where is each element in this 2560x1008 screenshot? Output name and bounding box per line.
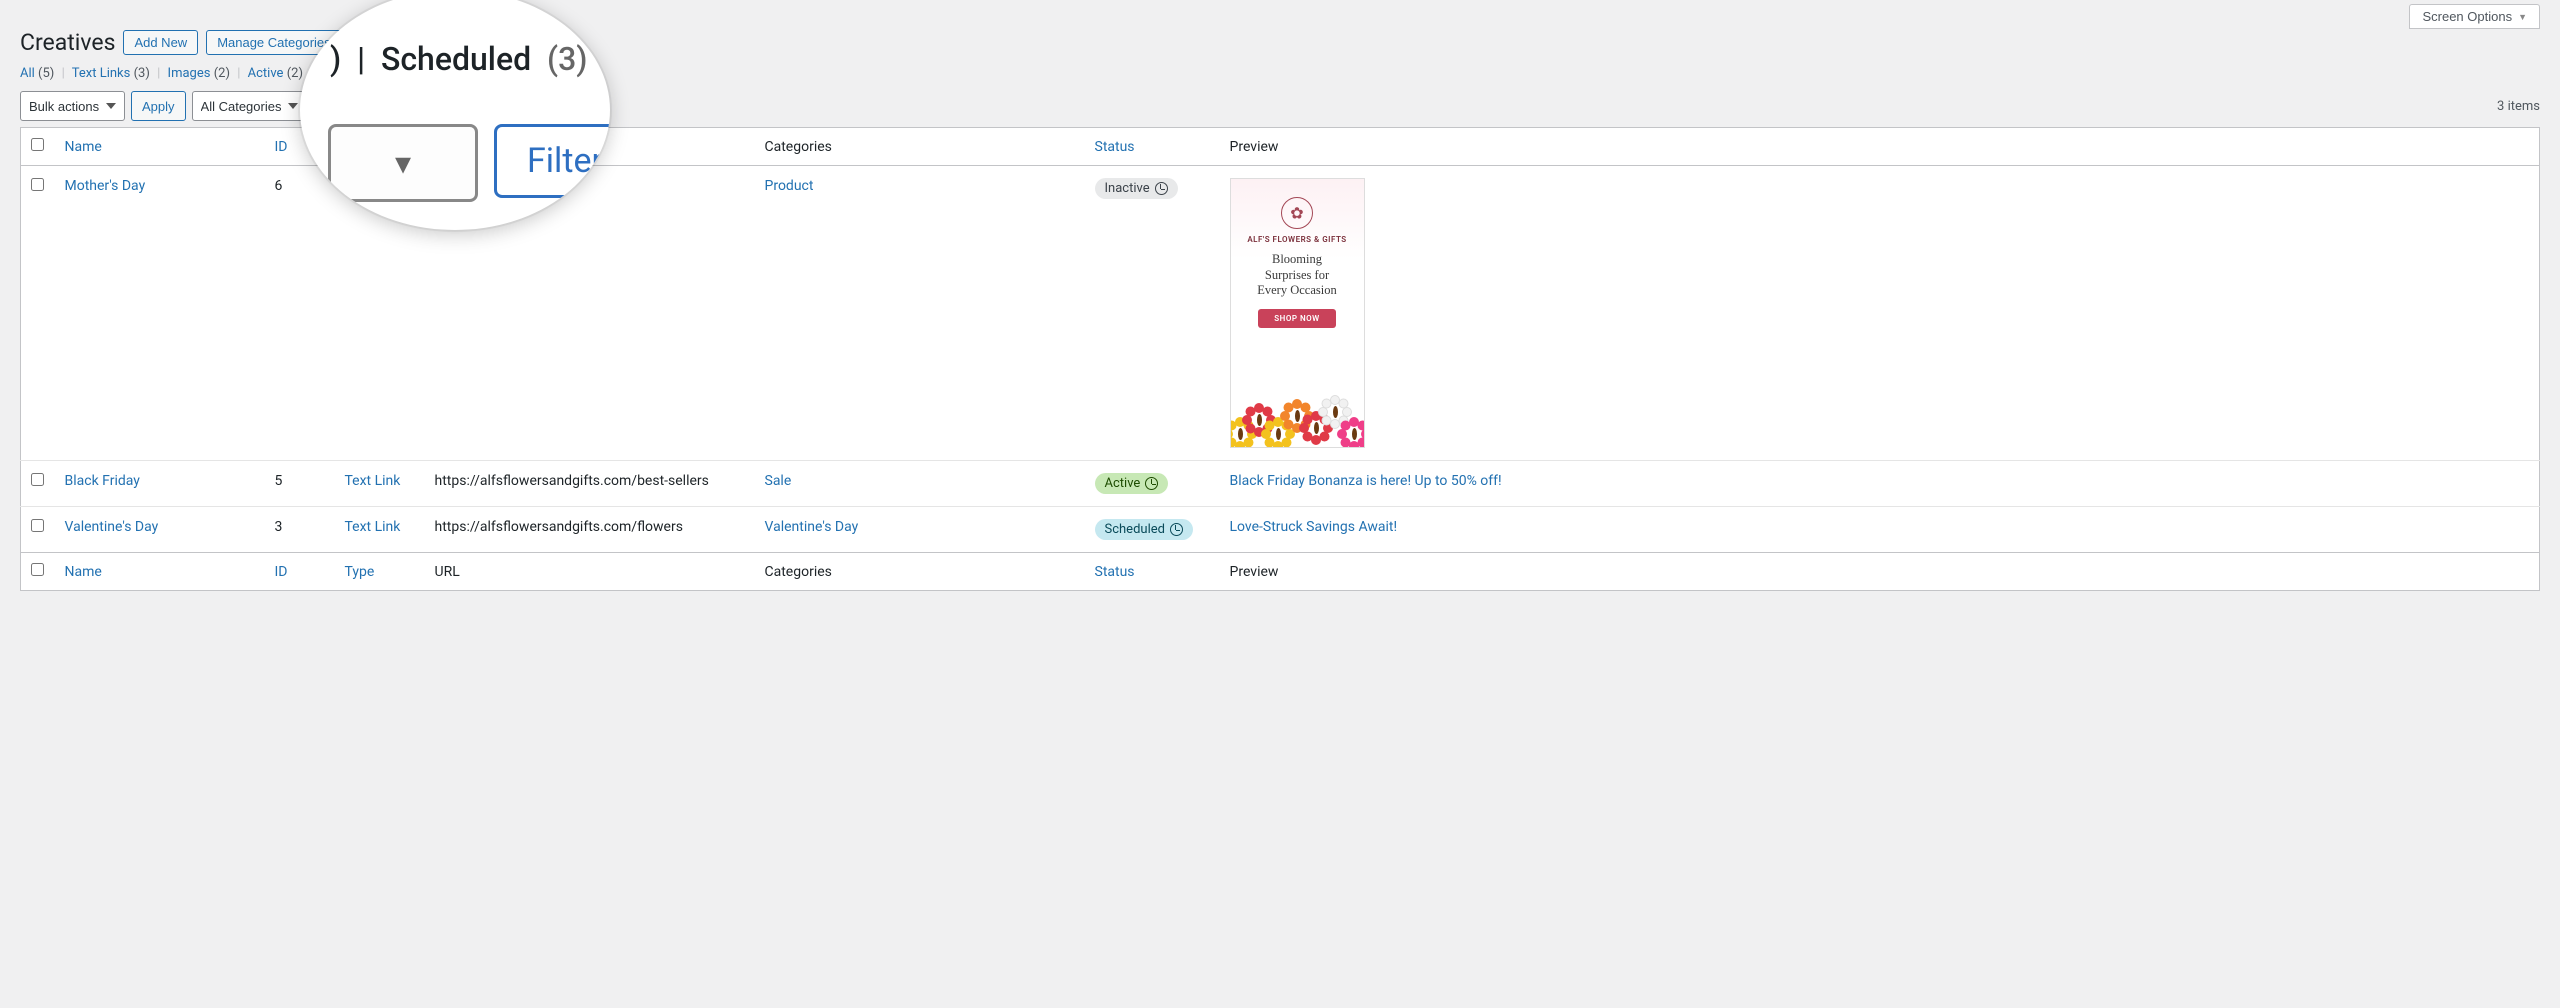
ad-logo-icon: [1281, 197, 1313, 229]
status-badge: Inactive: [1095, 178, 1178, 199]
row-category[interactable]: Valentine's Day: [765, 519, 859, 535]
row-id: 3: [265, 507, 335, 553]
ad-preview: ALF'S FLOWERS & GIFTS BloomingSurprises …: [1230, 178, 1365, 448]
filter-active-count: (2): [287, 66, 303, 81]
col-url-foot: URL: [425, 553, 755, 591]
row-url: https://alfsflowersandgifts.com/best-sel…: [425, 461, 755, 507]
col-url: URL: [425, 128, 755, 166]
col-status[interactable]: Status: [1095, 139, 1135, 155]
clock-icon: [1155, 182, 1168, 195]
status-badge: Scheduled: [1095, 519, 1193, 540]
page-title: Creatives: [20, 29, 115, 56]
filter-text-links-count: (3): [134, 66, 150, 81]
select-all-checkbox[interactable]: [31, 138, 44, 151]
categories-filter-select[interactable]: All Categories: [192, 91, 307, 121]
ad-brand: ALF'S FLOWERS & GIFTS: [1237, 235, 1358, 244]
row-checkbox[interactable]: [31, 178, 44, 191]
ad-cta-button: SHOP NOW: [1258, 309, 1335, 328]
col-status-foot[interactable]: Status: [1095, 564, 1135, 580]
table-row: Mother's Day 6 om/combos Product Inactiv…: [21, 166, 2540, 461]
col-name-foot[interactable]: Name: [65, 564, 102, 580]
row-url: https://alfsflowersandgifts.com/flowers: [425, 507, 755, 553]
row-url: om/combos: [425, 166, 755, 461]
col-id[interactable]: ID: [275, 139, 288, 155]
subsubsub-filter: All (5) | Text Links (3) | Images (2) | …: [20, 66, 2540, 81]
row-type[interactable]: Text Link: [345, 473, 401, 489]
col-id-foot[interactable]: ID: [275, 564, 288, 580]
row-name[interactable]: Valentine's Day: [65, 519, 159, 535]
manage-categories-button[interactable]: Manage Categories: [206, 30, 341, 55]
col-type[interactable]: Type: [345, 139, 375, 155]
row-id: 5: [265, 461, 335, 507]
preview-text-link[interactable]: Black Friday Bonanza is here! Up to 50% …: [1230, 473, 1502, 489]
col-name[interactable]: Name: [65, 139, 102, 155]
filter-images-count: (2): [214, 66, 230, 81]
col-categories-foot: Categories: [755, 553, 1085, 591]
creatives-table: Name ID Type URL Categories Status Previ…: [20, 127, 2540, 591]
col-categories: Categories: [755, 128, 1085, 166]
row-id: 6: [265, 166, 335, 461]
col-preview: Preview: [1220, 128, 2540, 166]
apply-button[interactable]: Apply: [131, 91, 186, 121]
clock-icon: [1170, 523, 1183, 536]
table-row: Black Friday 5 Text Link https://alfsflo…: [21, 461, 2540, 507]
filter-all-count: (5): [38, 66, 54, 81]
filter-active[interactable]: Active: [248, 66, 284, 81]
ad-flowers-illustration: [1231, 349, 1364, 447]
bulk-actions-select[interactable]: Bulk actions: [20, 91, 125, 121]
row-checkbox[interactable]: [31, 519, 44, 532]
row-type[interactable]: Text Link: [345, 519, 401, 535]
clock-icon: [1145, 477, 1158, 490]
ad-headline: BloomingSurprises forEvery Occasion: [1237, 252, 1358, 299]
add-new-button[interactable]: Add New: [123, 30, 198, 55]
table-row: Valentine's Day 3 Text Link https://alfs…: [21, 507, 2540, 553]
row-name[interactable]: Mother's Day: [65, 178, 146, 194]
filter-all[interactable]: All: [20, 66, 35, 81]
row-checkbox[interactable]: [31, 473, 44, 486]
col-type-foot[interactable]: Type: [345, 564, 375, 580]
row-category[interactable]: Sale: [765, 473, 792, 489]
row-category[interactable]: Product: [765, 178, 814, 194]
col-preview-foot: Preview: [1220, 553, 2540, 591]
preview-text-link[interactable]: Love-Struck Savings Await!: [1230, 519, 1398, 535]
screen-options-button[interactable]: Screen Options: [2409, 4, 2540, 29]
select-all-checkbox-foot[interactable]: [31, 563, 44, 576]
filter-text-links[interactable]: Text Links: [72, 66, 131, 81]
row-name[interactable]: Black Friday: [65, 473, 140, 489]
filter-images[interactable]: Images: [168, 66, 211, 81]
items-count: 3 items: [2497, 99, 2540, 114]
status-badge: Active: [1095, 473, 1169, 494]
